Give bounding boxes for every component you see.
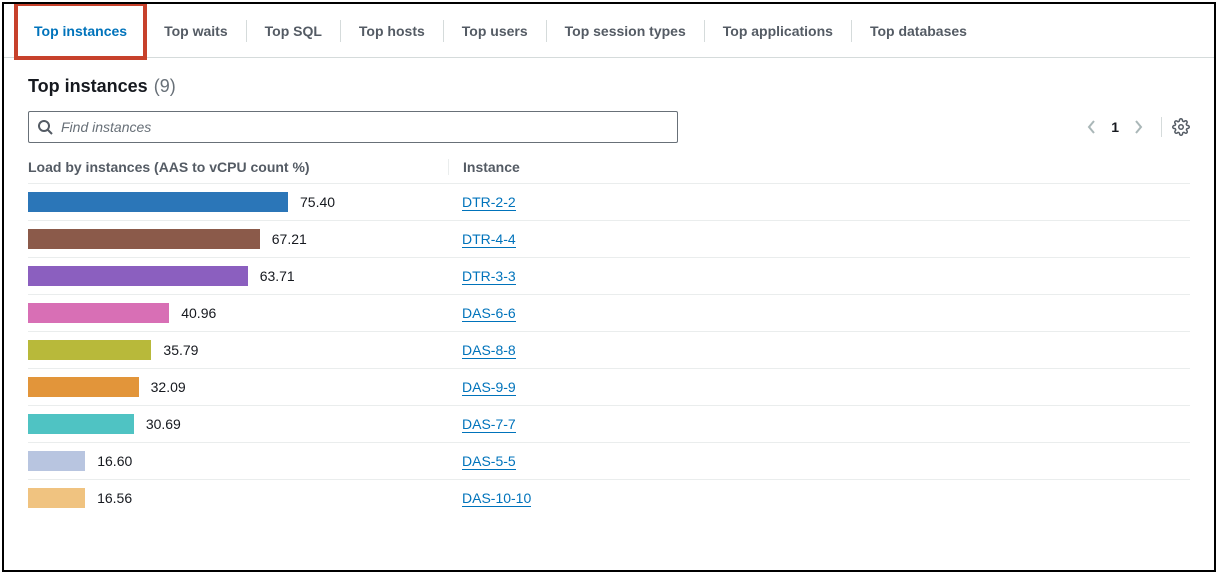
load-cell: 16.60	[28, 451, 448, 471]
column-header-instance[interactable]: Instance	[448, 159, 1190, 175]
instance-cell: DTR-4-4	[448, 231, 1190, 247]
instance-cell: DAS-6-6	[448, 305, 1190, 321]
tab-bar: Top instances Top waits Top SQL Top host…	[4, 4, 1214, 58]
load-cell: 16.56	[28, 488, 448, 508]
load-value: 35.79	[163, 342, 198, 358]
load-value: 30.69	[146, 416, 181, 432]
table-row: 16.60 DAS-5-5	[28, 443, 1190, 480]
load-cell: 75.40	[28, 192, 448, 212]
next-page-button[interactable]	[1133, 119, 1143, 135]
tab-top-instances[interactable]: Top instances	[16, 4, 145, 58]
load-bar	[28, 488, 85, 508]
table-row: 67.21 DTR-4-4	[28, 221, 1190, 258]
tab-top-applications[interactable]: Top applications	[705, 4, 851, 58]
tab-top-waits[interactable]: Top waits	[146, 4, 246, 58]
load-cell: 30.69	[28, 414, 448, 434]
instance-cell: DTR-3-3	[448, 268, 1190, 284]
table-row: 35.79 DAS-8-8	[28, 332, 1190, 369]
settings-button[interactable]	[1161, 117, 1190, 137]
tab-top-hosts[interactable]: Top hosts	[341, 4, 443, 58]
load-value: 75.40	[300, 194, 335, 210]
instance-cell: DTR-2-2	[448, 194, 1190, 210]
instance-link[interactable]: DAS-10-10	[462, 490, 531, 507]
instance-link[interactable]: DTR-2-2	[462, 194, 516, 211]
instance-cell: DAS-10-10	[448, 490, 1190, 506]
table-row: 30.69 DAS-7-7	[28, 406, 1190, 443]
instance-link[interactable]: DAS-7-7	[462, 416, 516, 433]
instance-cell: DAS-7-7	[448, 416, 1190, 432]
load-value: 16.60	[97, 453, 132, 469]
column-header-load[interactable]: Load by instances (AAS to vCPU count %)	[28, 159, 448, 175]
instance-link[interactable]: DTR-3-3	[462, 268, 516, 285]
page-title: Top instances	[28, 76, 148, 97]
title-row: Top instances (9)	[28, 76, 1190, 97]
instance-cell: DAS-9-9	[448, 379, 1190, 395]
content-area: Top instances (9) 1	[4, 58, 1214, 516]
load-cell: 35.79	[28, 340, 448, 360]
instance-cell: DAS-5-5	[448, 453, 1190, 469]
load-cell: 67.21	[28, 229, 448, 249]
search-icon	[37, 119, 53, 135]
load-bar	[28, 414, 134, 434]
tab-top-sql[interactable]: Top SQL	[247, 4, 340, 58]
instance-cell: DAS-8-8	[448, 342, 1190, 358]
search-box[interactable]	[28, 111, 678, 143]
table-header: Load by instances (AAS to vCPU count %) …	[28, 149, 1190, 184]
search-input[interactable]	[61, 119, 669, 135]
instance-link[interactable]: DAS-5-5	[462, 453, 516, 470]
instance-link[interactable]: DAS-6-6	[462, 305, 516, 322]
table-row: 63.71 DTR-3-3	[28, 258, 1190, 295]
table-row: 40.96 DAS-6-6	[28, 295, 1190, 332]
load-cell: 40.96	[28, 303, 448, 323]
tab-top-session-types[interactable]: Top session types	[547, 4, 704, 58]
page-number: 1	[1111, 119, 1119, 135]
prev-page-button[interactable]	[1087, 119, 1097, 135]
load-value: 32.09	[151, 379, 186, 395]
instance-link[interactable]: DAS-9-9	[462, 379, 516, 396]
table-row: 75.40 DTR-2-2	[28, 184, 1190, 221]
instance-link[interactable]: DTR-4-4	[462, 231, 516, 248]
table-row: 32.09 DAS-9-9	[28, 369, 1190, 406]
load-bar	[28, 303, 169, 323]
load-bar	[28, 266, 248, 286]
load-bar	[28, 377, 139, 397]
table-row: 16.56 DAS-10-10	[28, 480, 1190, 516]
table-body: 75.40 DTR-2-2 67.21 DTR-4-4 63.71 DTR-3-3 40.9…	[28, 184, 1190, 516]
load-value: 40.96	[181, 305, 216, 321]
load-bar	[28, 229, 260, 249]
load-bar	[28, 451, 85, 471]
tab-top-databases[interactable]: Top databases	[852, 4, 985, 58]
load-bar	[28, 340, 151, 360]
item-count: (9)	[154, 76, 176, 97]
load-cell: 63.71	[28, 266, 448, 286]
load-bar	[28, 192, 288, 212]
instance-link[interactable]: DAS-8-8	[462, 342, 516, 359]
load-value: 67.21	[272, 231, 307, 247]
pagination: 1	[1087, 117, 1190, 137]
load-value: 63.71	[260, 268, 295, 284]
tab-top-users[interactable]: Top users	[444, 4, 546, 58]
load-cell: 32.09	[28, 377, 448, 397]
load-value: 16.56	[97, 490, 132, 506]
panel: Top instances Top waits Top SQL Top host…	[2, 2, 1216, 572]
toolbar: 1	[28, 111, 1190, 143]
